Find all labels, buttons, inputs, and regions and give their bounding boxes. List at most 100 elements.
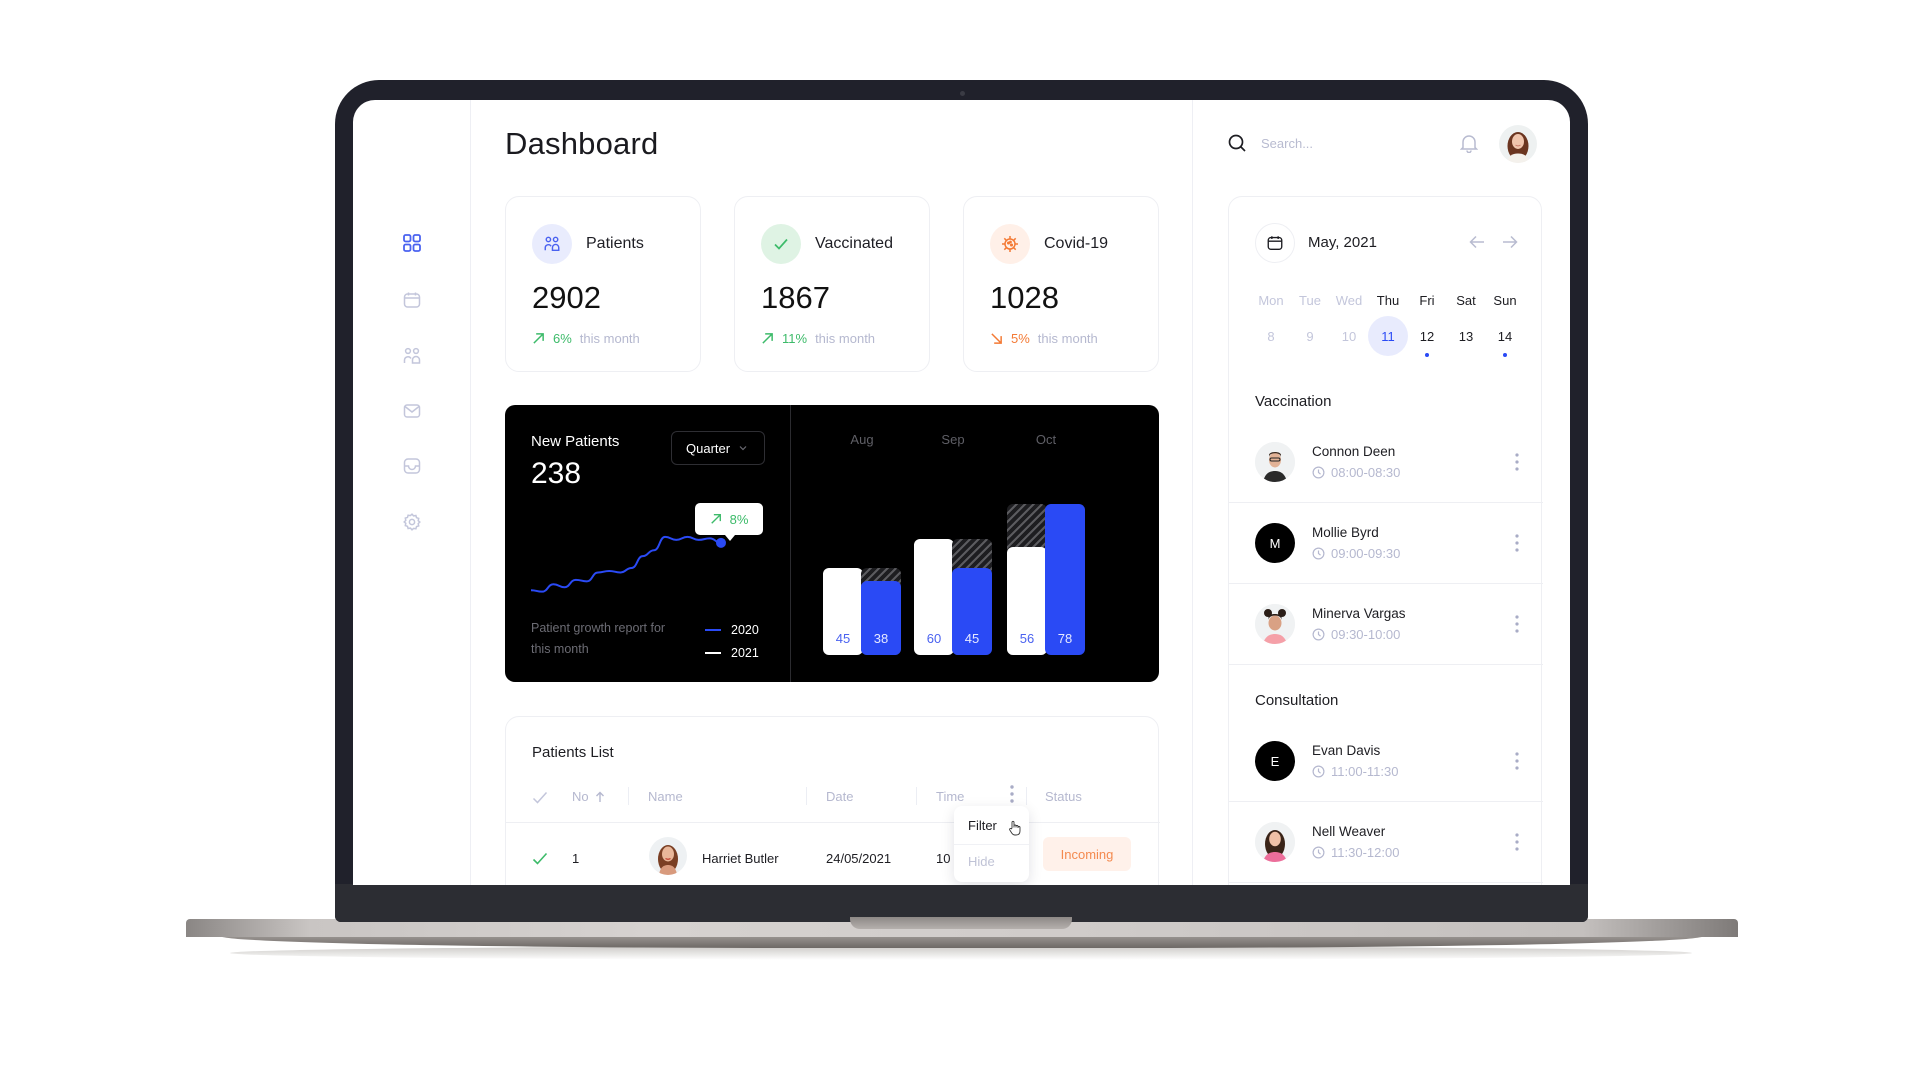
sidebar-item-dashboard[interactable] <box>401 232 423 254</box>
stat-card-covid[interactable]: Covid-19 1028 5% this month <box>963 196 1159 372</box>
appointment-item[interactable]: Nell Weaver 11:30-12:00 <box>1229 802 1543 883</box>
sidebar-item-calendar[interactable] <box>401 289 423 311</box>
stat-trend: 11% this month <box>761 331 875 346</box>
stat-icon-badge <box>532 224 572 264</box>
column-header-no[interactable]: No <box>572 789 605 804</box>
period-select-value: Quarter <box>686 440 731 456</box>
column-separator <box>806 787 807 805</box>
sidebar-item-settings[interactable] <box>401 511 423 533</box>
appointment-item[interactable]: M Mollie Byrd 09:00-09:30 <box>1229 503 1543 584</box>
users-icon <box>403 347 421 364</box>
menu-item-filter[interactable]: Filter <box>968 818 1021 836</box>
mail-icon <box>403 404 421 418</box>
more-options-icon[interactable] <box>1514 452 1520 472</box>
clock-icon <box>1312 547 1325 560</box>
time-range: 11:30-12:00 <box>1331 845 1400 860</box>
month-label: Sep <box>941 432 965 447</box>
arrow-left-icon[interactable] <box>1469 235 1485 249</box>
laptop-notch <box>850 917 1072 929</box>
users-icon <box>544 236 560 252</box>
chevron-down-icon <box>739 446 747 451</box>
section-title-vaccination: Vaccination <box>1255 393 1332 410</box>
section-title-consultation: Consultation <box>1255 692 1339 709</box>
appointment-time: 08:00-08:30 <box>1312 465 1400 480</box>
calendar-day[interactable]: 9 <box>1290 316 1330 356</box>
sidebar-item-inbox[interactable] <box>401 455 423 477</box>
bar-value-label: 60 <box>926 631 942 646</box>
tooltip-change: 8% <box>729 511 749 527</box>
legend-label: 2021 <box>731 645 759 660</box>
calendar-button[interactable] <box>1255 223 1295 263</box>
calendar-day[interactable]: 12 <box>1407 316 1447 357</box>
laptop-shadow <box>230 946 1692 960</box>
appointment-item[interactable]: Minerva Vargas 09:30-10:00 <box>1229 584 1543 665</box>
more-options-icon[interactable] <box>1514 533 1520 553</box>
more-options-icon[interactable] <box>1514 614 1520 634</box>
menu-item-hide[interactable]: Hide <box>968 854 995 869</box>
select-all-checkbox[interactable] <box>532 791 548 805</box>
column-header-time[interactable]: Time <box>936 789 964 804</box>
arrow-up-right-icon <box>762 333 773 344</box>
column-header-label: Status <box>1045 789 1082 804</box>
day-number: 8 <box>1267 328 1275 344</box>
new-patients-value: 238 <box>531 457 582 490</box>
user-avatar[interactable] <box>1499 125 1537 163</box>
sidebar-item-patients[interactable] <box>401 345 423 367</box>
bell-icon[interactable] <box>1460 133 1478 153</box>
more-options-icon[interactable] <box>1514 832 1520 852</box>
appointment-item[interactable]: E Evan Davis 11:00-11:30 <box>1229 721 1543 802</box>
sidebar <box>353 100 471 885</box>
appointment-item[interactable]: Connon Deen 08:00-08:30 <box>1229 422 1543 503</box>
event-dot <box>1503 353 1507 357</box>
day-number: 9 <box>1306 328 1314 344</box>
weekday-label: Sun <box>1493 293 1517 308</box>
row-checkbox[interactable] <box>532 852 548 866</box>
appointment-name: Nell Weaver <box>1312 824 1386 839</box>
monthly-bar-chart: Aug 45 38 Sep 60 45 Oct 56 78 <box>791 405 1159 682</box>
arrow-down-right-icon <box>991 333 1002 344</box>
column-header-status[interactable]: Status <box>1045 789 1082 804</box>
menu-item-label: Filter <box>968 818 997 833</box>
calendar-icon <box>1267 236 1283 250</box>
patient-avatar <box>649 837 687 875</box>
stat-card-vaccinated[interactable]: Vaccinated 1867 11% this month <box>734 196 930 372</box>
time-range: 09:00-09:30 <box>1331 546 1401 561</box>
stat-label: Vaccinated <box>815 235 893 252</box>
bar-value-label: 45 <box>835 631 851 646</box>
arrow-up-right-icon <box>533 333 544 344</box>
stat-card-patients[interactable]: Patients 2902 6% this month <box>505 196 701 372</box>
clock-icon <box>1312 765 1325 778</box>
calendar-day[interactable]: 10 <box>1329 316 1369 356</box>
more-options-icon[interactable] <box>1514 751 1520 771</box>
calendar-day[interactable]: 13 <box>1446 316 1486 356</box>
calendar-day[interactable]: 11 <box>1368 316 1408 356</box>
patient-date: 24/05/2021 <box>826 851 892 866</box>
stat-change-label: this month <box>815 331 876 346</box>
column-header-date[interactable]: Date <box>826 789 853 804</box>
sidebar-item-messages[interactable] <box>401 400 423 422</box>
stat-icon-badge <box>761 224 801 264</box>
calendar-day[interactable]: 14 <box>1485 316 1525 357</box>
legend-swatch <box>705 651 721 654</box>
month-label: Oct <box>1035 432 1057 447</box>
calendar-day[interactable]: 8 <box>1251 316 1291 356</box>
clock-icon <box>1312 846 1325 859</box>
menu-item-label: Hide <box>968 854 995 869</box>
column-menu-icon[interactable] <box>1008 784 1016 804</box>
search-icon[interactable] <box>1227 133 1247 153</box>
period-select[interactable]: Quarter <box>671 431 765 465</box>
laptop-mockup: Dashboard Patients 2902 6% this month Va… <box>0 0 1920 1080</box>
weekday-label: Sat <box>1456 293 1476 308</box>
status-badge[interactable]: Incoming <box>1043 837 1131 871</box>
main-content: Dashboard Patients 2902 6% this month Va… <box>471 100 1193 885</box>
schedule-card: May, 2021 Mon Tue Wed Thu Fri Sat Sun 8 9 10 11 12… <box>1228 196 1543 885</box>
time-range: 11:00-11:30 <box>1331 764 1399 779</box>
stat-label: Covid-19 <box>1044 235 1109 252</box>
avatar <box>1255 442 1295 482</box>
arrow-right-icon[interactable] <box>1502 235 1518 249</box>
column-header-label: No <box>572 789 589 804</box>
column-header-name[interactable]: Name <box>648 789 683 804</box>
weekday-label: Mon <box>1258 293 1284 308</box>
search-input[interactable] <box>1261 133 1421 153</box>
day-number: 12 <box>1419 328 1435 344</box>
